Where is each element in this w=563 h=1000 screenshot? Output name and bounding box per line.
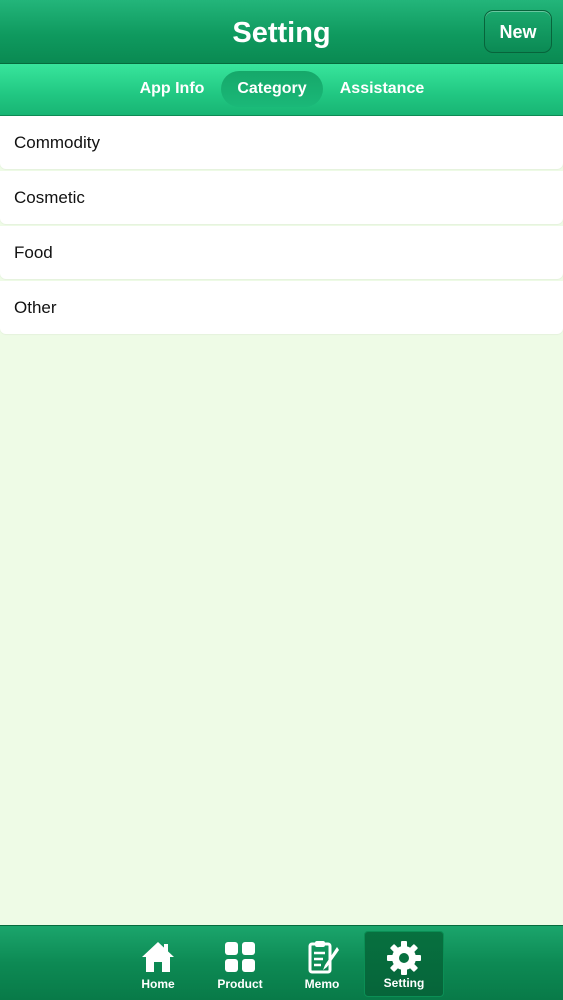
bottom-tab-setting[interactable]: Setting [364,931,444,997]
bottom-tab-home[interactable]: Home [118,931,198,997]
category-label: Food [14,243,53,262]
gear-icon [387,941,421,975]
category-list: Commodity Cosmetic Food Other [0,116,563,336]
category-label: Cosmetic [14,188,85,207]
segmented-tab-bar: App Info Category Assistance [0,64,563,116]
category-label: Commodity [14,133,100,152]
page-title: Setting [232,17,331,49]
home-icon [142,942,174,972]
navigation-bar: Setting New [0,0,563,64]
bottom-tab-label: Product [217,977,263,991]
tab-category[interactable]: Category [221,71,323,107]
tab-assistance[interactable]: Assistance [331,71,433,107]
memo-icon [308,941,339,974]
category-item-food[interactable]: Food [0,226,563,279]
bottom-tab-label: Setting [383,976,425,990]
category-item-commodity[interactable]: Commodity [0,116,563,169]
category-item-cosmetic[interactable]: Cosmetic [0,171,563,224]
bottom-tab-label: Home [141,977,175,991]
bottom-tab-product[interactable]: Product [200,931,280,997]
tab-app-info[interactable]: App Info [131,71,213,107]
grid-icon [225,942,255,972]
category-item-other[interactable]: Other [0,281,563,334]
bottom-tab-bar: Home Product Memo Setting [0,925,563,1000]
category-label: Other [14,298,57,317]
bottom-tab-memo[interactable]: Memo [282,931,362,997]
new-category-button[interactable]: New [484,10,552,53]
bottom-tab-label: Memo [304,977,340,991]
